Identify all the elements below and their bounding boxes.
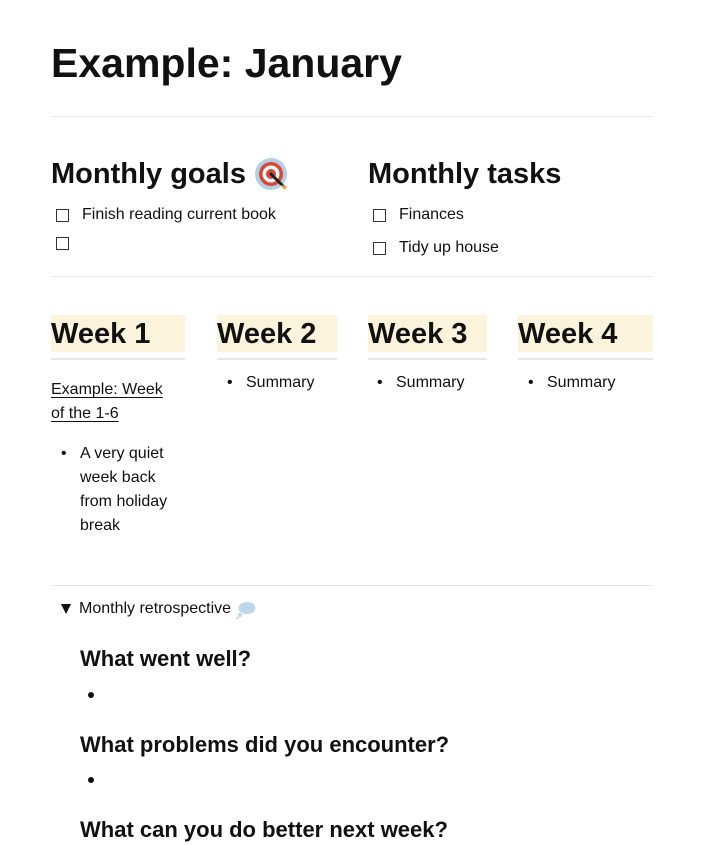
monthly-tasks-heading: Monthly tasks [368,154,561,194]
week-1-link[interactable]: Example: Week of the 1-6 [51,378,171,426]
week-3-bullet[interactable]: Summary [377,371,465,395]
week-2-heading: Week 2 [217,315,337,352]
todo-text[interactable]: Finish reading current book [82,204,276,226]
retrospective-toggle[interactable]: Monthly retrospective [61,598,256,620]
todo-text[interactable]: Finances [399,204,464,226]
toggle-triangle-icon[interactable] [61,604,71,614]
divider [217,358,337,360]
divider [51,358,185,360]
monthly-goals-label: Monthly goals [51,158,246,190]
monthly-tasks-label: Monthly tasks [368,158,562,190]
checkbox[interactable] [373,208,386,222]
target-icon [254,157,288,191]
task-todo-2[interactable]: Tidy up house [368,237,499,259]
checkbox[interactable] [56,208,69,222]
retrospective-label[interactable]: Monthly retrospective [79,598,231,620]
week-4-heading: Week 4 [518,315,653,352]
week-3-heading: Week 3 [368,315,487,352]
week-1-bullet[interactable]: A very quiet week back from holiday brea… [61,442,185,538]
goal-todo-1[interactable]: Finish reading current book [51,204,276,226]
thought-bubble-icon [236,601,256,620]
divider [51,116,653,117]
question-heading: What can you do better next week? [80,817,448,842]
question-heading: What went well? [80,646,252,671]
divider [51,585,653,586]
week-4-bullet[interactable]: Summary [528,371,616,395]
task-todo-1[interactable]: Finances [368,204,464,226]
divider [518,358,653,360]
goal-todo-2[interactable] [51,237,82,250]
monthly-goals-heading: Monthly goals [51,154,288,194]
checkbox[interactable] [56,237,69,250]
todo-text[interactable]: Tidy up house [399,237,499,259]
divider [51,276,653,277]
divider [368,358,487,360]
checkbox[interactable] [373,241,386,255]
week-2-bullet[interactable]: Summary [227,371,315,395]
page-title[interactable]: Example: January [51,38,402,88]
question-heading: What problems did you encounter? [80,732,450,757]
empty-bullet[interactable] [88,692,94,698]
week-1-heading: Week 1 [51,315,185,352]
empty-bullet[interactable] [88,777,94,783]
